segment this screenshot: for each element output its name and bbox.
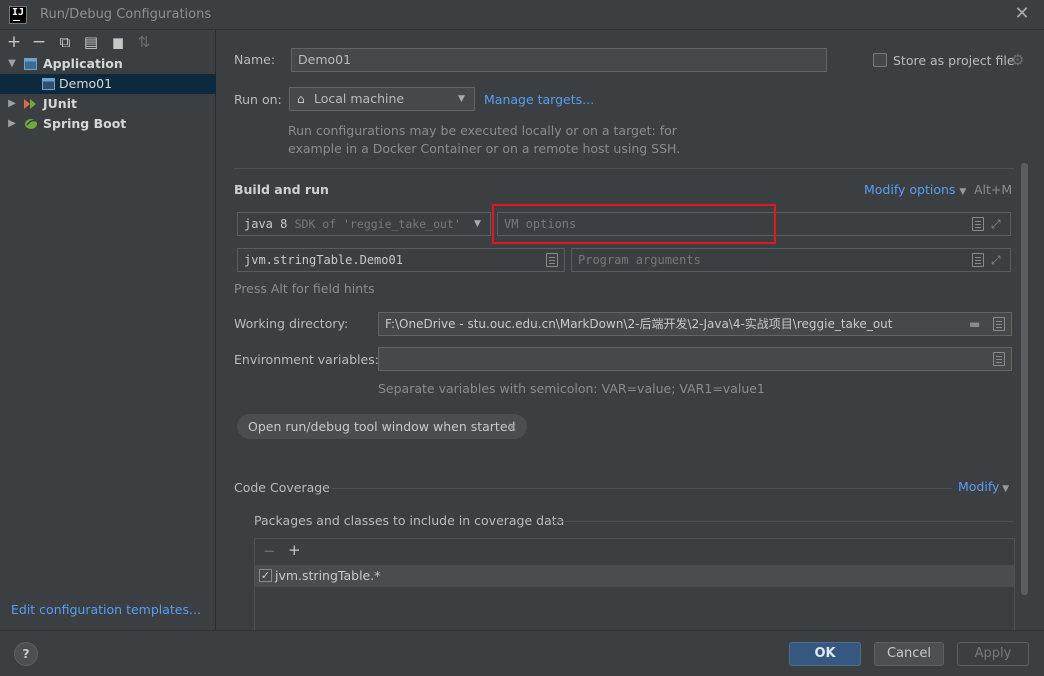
divider bbox=[332, 488, 952, 489]
apply-button[interactable]: Apply bbox=[957, 642, 1029, 666]
close-icon[interactable]: ✕ bbox=[1012, 3, 1032, 25]
name-label: Name: bbox=[234, 52, 276, 67]
coverage-item-label: jvm.stringTable.* bbox=[275, 568, 381, 583]
home-icon: ⌂ bbox=[297, 92, 305, 106]
expand-icon[interactable]: ⤢ bbox=[991, 252, 1005, 268]
spring-boot-icon bbox=[25, 119, 37, 129]
divider bbox=[234, 168, 1014, 169]
remove-icon[interactable]: − bbox=[31, 34, 47, 51]
chevron-down-icon: ▼ bbox=[959, 187, 967, 197]
tree-item-spring-boot[interactable]: ▶ Spring Boot bbox=[0, 114, 216, 134]
divider bbox=[551, 521, 1014, 522]
working-directory-input[interactable]: F:\OneDrive - stu.ouc.edu.cn\MarkDown\2-… bbox=[378, 312, 1012, 336]
gear-icon[interactable]: ⚙ bbox=[1011, 51, 1024, 69]
remove-icon[interactable]: − bbox=[263, 542, 276, 560]
application-icon bbox=[24, 58, 37, 70]
sort-icon[interactable]: ⇅ bbox=[136, 34, 152, 50]
list-item[interactable]: ✓ jvm.stringTable.* bbox=[255, 565, 1014, 587]
chevron-down-icon: ▼ bbox=[999, 484, 1010, 494]
run-on-value: Local machine bbox=[314, 91, 405, 106]
main-class-value: jvm.stringTable.Demo01 bbox=[244, 253, 403, 267]
chevron-right-icon[interactable]: ▶ bbox=[6, 94, 18, 114]
manage-targets-link[interactable]: Manage targets... bbox=[484, 92, 594, 107]
modify-coverage-link[interactable]: Modify ▼ bbox=[958, 479, 1009, 494]
help-icon[interactable]: ? bbox=[14, 642, 38, 666]
list-icon[interactable] bbox=[972, 217, 984, 231]
build-and-run-heading: Build and run bbox=[234, 182, 329, 197]
code-coverage-heading: Code Coverage bbox=[234, 480, 330, 495]
tree-item-junit[interactable]: ▶ JUnit bbox=[0, 94, 216, 114]
chevron-down-icon[interactable]: ▼ bbox=[6, 54, 18, 74]
dialog-button-bar: ? OK Cancel Apply bbox=[0, 630, 1044, 676]
configurations-sidebar: + − ⧉ ▤ ▆ ⇅ ▼ Application Demo01 ▶ JUnit… bbox=[0, 30, 216, 630]
jdk-version: java 8 bbox=[244, 217, 288, 231]
program-arguments-placeholder: Program arguments bbox=[578, 253, 701, 267]
packages-label: Packages and classes to include in cover… bbox=[254, 513, 565, 528]
modify-options-shortcut: Alt+M bbox=[974, 182, 1013, 197]
checkmark-icon[interactable]: ✓ bbox=[259, 569, 272, 582]
expand-icon[interactable]: ⤢ bbox=[991, 216, 1005, 232]
run-on-select[interactable]: ⌂ Local machine ▼ bbox=[289, 87, 475, 111]
intellij-app-icon: IJ bbox=[9, 6, 27, 24]
list-icon[interactable] bbox=[546, 253, 558, 267]
jdk-select[interactable]: java 8 SDK of 'reggie_take_out' ▼ bbox=[237, 212, 491, 236]
working-directory-value: F:\OneDrive - stu.ouc.edu.cn\MarkDown\2-… bbox=[385, 317, 893, 331]
title-bar: IJ Run/Debug Configurations ✕ bbox=[0, 0, 1044, 30]
program-arguments-input[interactable]: Program arguments ⤢ bbox=[571, 248, 1011, 272]
sidebar-toolbar: + − ⧉ ▤ ▆ ⇅ bbox=[0, 30, 216, 54]
new-folder-icon[interactable]: ▆ bbox=[110, 34, 126, 50]
copy-icon[interactable]: ⧉ bbox=[57, 34, 73, 50]
run-on-hint-line-2: example in a Docker Container or on a re… bbox=[288, 141, 681, 156]
store-as-project-checkbox[interactable] bbox=[873, 53, 887, 67]
chip-label: Open run/debug tool window when started bbox=[248, 419, 516, 434]
close-icon[interactable]: × bbox=[507, 414, 517, 439]
add-icon[interactable]: + bbox=[6, 34, 22, 51]
highlight-box bbox=[492, 204, 776, 244]
run-on-label: Run on: bbox=[234, 92, 282, 107]
window-title: Run/Debug Configurations bbox=[40, 7, 212, 22]
tree-item-application[interactable]: ▼ Application bbox=[0, 54, 216, 74]
chevron-right-icon[interactable]: ▶ bbox=[6, 114, 18, 134]
tree-item-label: JUnit bbox=[43, 96, 77, 111]
junit-icon bbox=[24, 99, 36, 109]
field-hints-text: Press Alt for field hints bbox=[234, 281, 375, 296]
environment-variables-input[interactable] bbox=[378, 347, 1012, 371]
add-icon[interactable]: + bbox=[288, 541, 301, 559]
tree-item-label: Demo01 bbox=[59, 76, 113, 91]
ok-button[interactable]: OK bbox=[789, 642, 861, 666]
environment-variables-label: Environment variables: bbox=[234, 352, 379, 367]
cancel-button[interactable]: Cancel bbox=[874, 642, 944, 666]
main-class-input[interactable]: jvm.stringTable.Demo01 bbox=[237, 248, 565, 272]
store-as-project-label: Store as project file bbox=[893, 53, 1015, 68]
application-config-icon bbox=[42, 78, 55, 90]
coverage-list-panel: − + ✓ jvm.stringTable.* bbox=[254, 538, 1015, 630]
name-input[interactable]: Demo01 bbox=[291, 48, 827, 72]
list-icon[interactable] bbox=[972, 253, 984, 267]
scrollbar[interactable] bbox=[1021, 163, 1028, 595]
chevron-down-icon: ▼ bbox=[474, 219, 481, 229]
open-tool-window-chip[interactable]: Open run/debug tool window when started … bbox=[237, 414, 527, 439]
folder-icon[interactable]: ▬ bbox=[969, 313, 980, 335]
chevron-down-icon: ▼ bbox=[458, 94, 465, 104]
edit-configuration-templates-link[interactable]: Edit configuration templates... bbox=[11, 602, 201, 617]
tree-item-demo01[interactable]: Demo01 bbox=[0, 74, 216, 94]
run-on-hint-line-1: Run configurations may be executed local… bbox=[288, 123, 677, 138]
list-icon[interactable] bbox=[993, 352, 1005, 366]
list-icon[interactable] bbox=[993, 317, 1005, 331]
modify-options-link[interactable]: Modify options ▼ bbox=[864, 182, 966, 197]
environment-variables-hint: Separate variables with semicolon: VAR=v… bbox=[378, 381, 765, 396]
tree-item-label: Spring Boot bbox=[43, 116, 127, 131]
jdk-description: SDK of 'reggie_take_out' bbox=[294, 217, 461, 231]
save-icon[interactable]: ▤ bbox=[83, 34, 99, 50]
tree-item-label: Application bbox=[43, 56, 123, 71]
working-directory-label: Working directory: bbox=[234, 316, 349, 331]
